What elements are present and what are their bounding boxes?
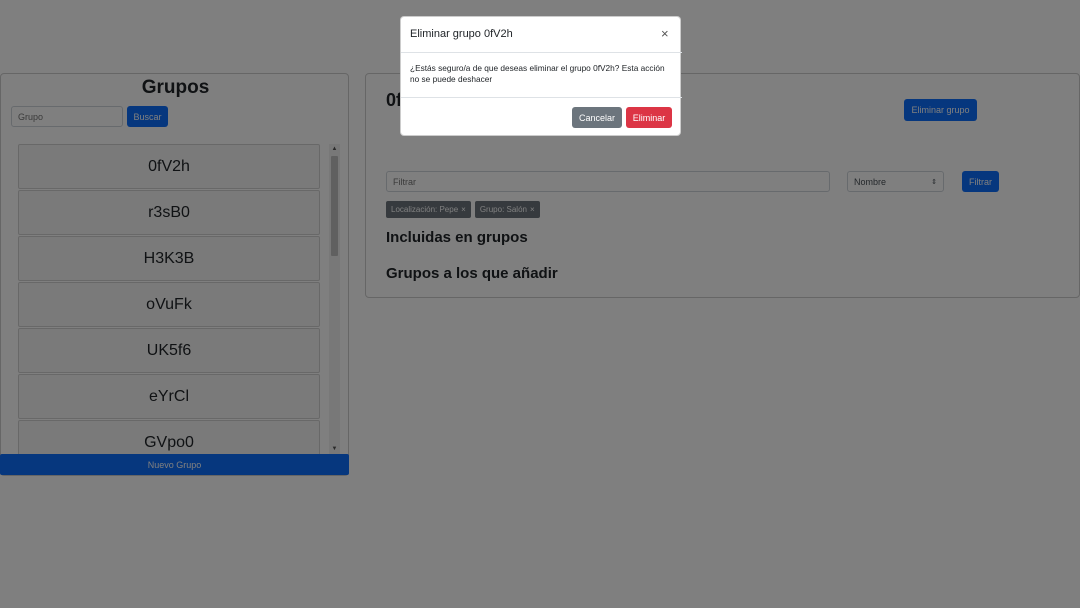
close-icon[interactable]: ×: [661, 26, 669, 41]
modal-message: ¿Estás seguro/a de que deseas eliminar e…: [410, 63, 665, 84]
confirm-delete-button[interactable]: Eliminar: [626, 107, 672, 128]
cancel-button[interactable]: Cancelar: [572, 107, 622, 128]
delete-confirm-modal: Eliminar grupo 0fV2h × ¿Estás seguro/a d…: [400, 16, 682, 137]
modal-footer: Cancelar Eliminar: [401, 97, 682, 137]
modal-title: Eliminar grupo 0fV2h: [410, 28, 513, 40]
modal-header: Eliminar grupo 0fV2h ×: [401, 17, 682, 53]
